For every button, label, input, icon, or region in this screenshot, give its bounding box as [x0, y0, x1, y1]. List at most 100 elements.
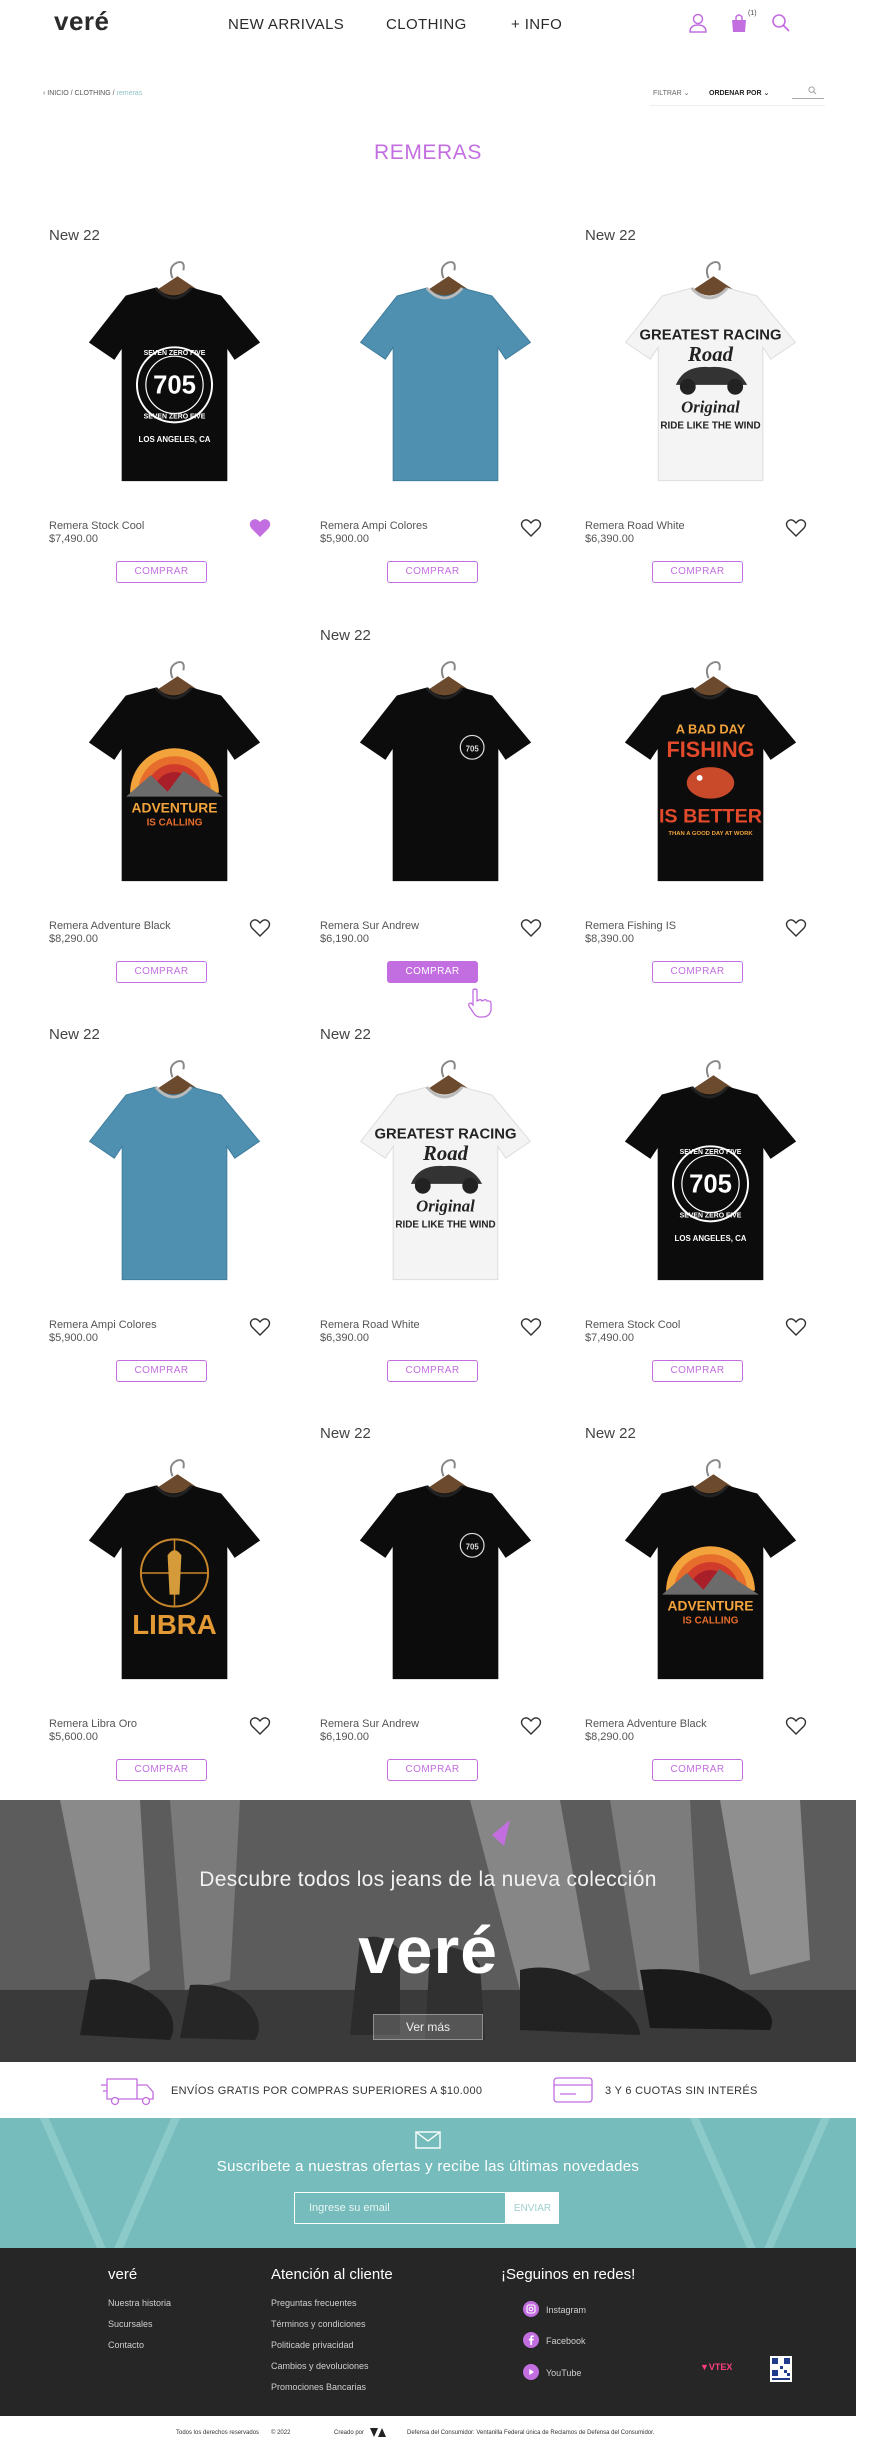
buy-button[interactable]: COMPRAR: [387, 1360, 478, 1382]
footer-link-faq[interactable]: Preguntas frecuentes: [271, 2298, 357, 2308]
product-image[interactable]: ADVENTURE IS CALLING: [57, 647, 292, 897]
nav-info[interactable]: + INFO: [511, 16, 562, 33]
product-card[interactable]: New 22 705 Remera Sur Andrew $6,190.00 COMPR…: [320, 627, 570, 997]
product-price: $5,900.00: [49, 1332, 98, 1344]
agency-logo-icon[interactable]: [370, 2428, 386, 2437]
favorite-heart-icon[interactable]: [785, 1716, 807, 1736]
product-card[interactable]: New 22 GREATEST RACING Road Original RIDE LI…: [585, 227, 835, 597]
favorite-heart-icon[interactable]: [249, 518, 271, 538]
favorite-heart-icon[interactable]: [785, 518, 807, 538]
facebook-icon[interactable]: [523, 2332, 539, 2348]
product-card[interactable]: New 22 Remera Ampi Colores $5,900.00 COMPRA…: [49, 1026, 299, 1396]
breadcrumb-clothing[interactable]: CLOTHING: [75, 90, 111, 97]
nav-new-arrivals[interactable]: NEW ARRIVALS: [228, 16, 344, 33]
instagram-icon[interactable]: [523, 2301, 539, 2317]
buy-button[interactable]: COMPRAR: [652, 1360, 743, 1382]
product-card[interactable]: New 22 ADVENTURE IS CALLING Remera Adventur…: [585, 1425, 835, 1795]
buy-button[interactable]: COMPRAR: [387, 961, 478, 983]
buy-button[interactable]: COMPRAR: [387, 1759, 478, 1781]
product-image[interactable]: LIBRA: [57, 1445, 292, 1695]
favorite-heart-icon[interactable]: [249, 918, 271, 938]
footer-link-returns[interactable]: Cambios y devoluciones: [271, 2361, 369, 2371]
favorite-heart-icon[interactable]: [249, 1716, 271, 1736]
product-card[interactable]: A BAD DAY FISHING IS BETTER THAN A GOOD DAY…: [585, 627, 835, 997]
favorite-heart-icon[interactable]: [785, 1317, 807, 1337]
newsletter-send-button[interactable]: ENVIAR: [506, 2192, 559, 2224]
product-image[interactable]: GREATEST RACINGRoad Original RIDE LIKE THE…: [593, 247, 828, 497]
product-card[interactable]: New 22 705 Remera Sur Andrew $6,190.00 COMPR…: [320, 1425, 570, 1795]
site-logo[interactable]: veré: [54, 6, 110, 37]
product-name[interactable]: Remera Ampi Colores: [320, 520, 428, 532]
footer-link-branches[interactable]: Sucursales: [108, 2319, 153, 2329]
favorite-heart-icon[interactable]: [520, 518, 542, 538]
product-name[interactable]: Remera Sur Andrew: [320, 920, 419, 932]
favorite-heart-icon[interactable]: [520, 918, 542, 938]
product-name[interactable]: Remera Fishing IS: [585, 920, 676, 932]
cart-icon[interactable]: [728, 12, 750, 34]
search-icon[interactable]: [770, 12, 792, 34]
newsletter-email-input[interactable]: [294, 2192, 506, 2224]
product-image[interactable]: SEVEN ZERO FIVE 705 SEVEN ZERO FIVE LOS ANG…: [57, 247, 292, 497]
newsletter-text: Suscribete a nuestras ofertas y recibe l…: [216, 2158, 640, 2175]
product-card[interactable]: LIBRA Remera Libra Oro $5,600.00 COMPRAR: [49, 1425, 299, 1795]
breadcrumb-home[interactable]: INICIO: [47, 90, 68, 97]
product-image[interactable]: GREATEST RACINGRoad Original RIDE LIKE THE…: [328, 1046, 563, 1296]
buy-button[interactable]: COMPRAR: [652, 1759, 743, 1781]
order-dropdown[interactable]: ORDENAR POR ⌄: [709, 89, 769, 97]
product-name[interactable]: Remera Road White: [320, 1319, 420, 1331]
product-image[interactable]: SEVEN ZERO FIVE 705 SEVEN ZERO FIVE LOS ANG…: [593, 1046, 828, 1296]
buy-button[interactable]: COMPRAR: [116, 961, 207, 983]
footer-link-privacy[interactable]: Politicade privacidad: [271, 2340, 354, 2350]
footer-link-promotions[interactable]: Promociones Bancarias: [271, 2382, 366, 2392]
product-card[interactable]: SEVEN ZERO FIVE 705 SEVEN ZERO FIVE LOS ANG…: [585, 1026, 835, 1396]
favorite-heart-icon[interactable]: [520, 1716, 542, 1736]
product-name[interactable]: Remera Stock Cool: [49, 520, 144, 532]
product-price: $6,190.00: [320, 1731, 369, 1743]
svg-text:A BAD DAY: A BAD DAY: [676, 721, 746, 736]
social-facebook[interactable]: Facebook: [546, 2336, 586, 2346]
product-name[interactable]: Remera Adventure Black: [49, 920, 171, 932]
youtube-icon[interactable]: [523, 2364, 539, 2380]
social-youtube[interactable]: YouTube: [546, 2368, 581, 2378]
product-image[interactable]: ADVENTURE IS CALLING: [593, 1445, 828, 1695]
consumer-defense-link[interactable]: Defensa del Consumidor: Ventanilla Feder…: [407, 2430, 654, 2436]
buy-button[interactable]: COMPRAR: [652, 561, 743, 583]
data-fiscal-qr-icon[interactable]: [770, 2356, 792, 2382]
nav-clothing[interactable]: CLOTHING: [386, 16, 467, 33]
chevron-down-icon: ⌄: [763, 90, 770, 97]
product-card[interactable]: Remera Ampi Colores $5,900.00 COMPRAR: [320, 227, 570, 597]
buy-button[interactable]: COMPRAR: [652, 961, 743, 983]
product-name[interactable]: Remera Ampi Colores: [49, 1319, 157, 1331]
product-image[interactable]: 705: [328, 1445, 563, 1695]
product-name[interactable]: Remera Sur Andrew: [320, 1718, 419, 1730]
footer-link-terms[interactable]: Términos y condiciones: [271, 2319, 366, 2329]
banner-see-more-button[interactable]: Ver más: [373, 2014, 483, 2040]
product-name[interactable]: Remera Adventure Black: [585, 1718, 707, 1730]
product-image[interactable]: [57, 1046, 292, 1296]
product-name[interactable]: Remera Libra Oro: [49, 1718, 137, 1730]
filter-search-input[interactable]: [792, 85, 824, 99]
buy-button[interactable]: COMPRAR: [116, 561, 207, 583]
product-name[interactable]: Remera Road White: [585, 520, 685, 532]
product-name[interactable]: Remera Stock Cool: [585, 1319, 680, 1331]
product-card[interactable]: ADVENTURE IS CALLING Remera Adventure Blac…: [49, 627, 299, 997]
buy-button[interactable]: COMPRAR: [116, 1759, 207, 1781]
user-icon[interactable]: [687, 12, 709, 34]
product-card[interactable]: New 22 GREATEST RACING Road Original RIDE LI…: [320, 1026, 570, 1396]
product-image[interactable]: 705: [328, 647, 563, 897]
product-image[interactable]: A BAD DAYFISHING IS BETTER THAN A GOOD DAY…: [593, 647, 828, 897]
svg-text:LIBRA: LIBRA: [132, 1609, 216, 1640]
product-card[interactable]: New 22 SEVEN ZERO FIVE 705 SEVEN ZERO FIVE L…: [49, 227, 299, 597]
social-instagram[interactable]: Instagram: [546, 2305, 586, 2315]
filter-dropdown[interactable]: FILTRAR ⌄: [653, 89, 689, 97]
jeans-banner[interactable]: Descubre todos los jeans de la nueva col…: [0, 1800, 856, 2062]
favorite-heart-icon[interactable]: [249, 1317, 271, 1337]
product-image[interactable]: [328, 247, 563, 497]
buy-button[interactable]: COMPRAR: [116, 1360, 207, 1382]
buy-button[interactable]: COMPRAR: [387, 561, 478, 583]
banner-title: Descubre todos los jeans de la nueva col…: [199, 1868, 657, 1891]
footer-link-contact[interactable]: Contacto: [108, 2340, 144, 2350]
favorite-heart-icon[interactable]: [785, 918, 807, 938]
footer-link-history[interactable]: Nuestra historia: [108, 2298, 171, 2308]
favorite-heart-icon[interactable]: [520, 1317, 542, 1337]
